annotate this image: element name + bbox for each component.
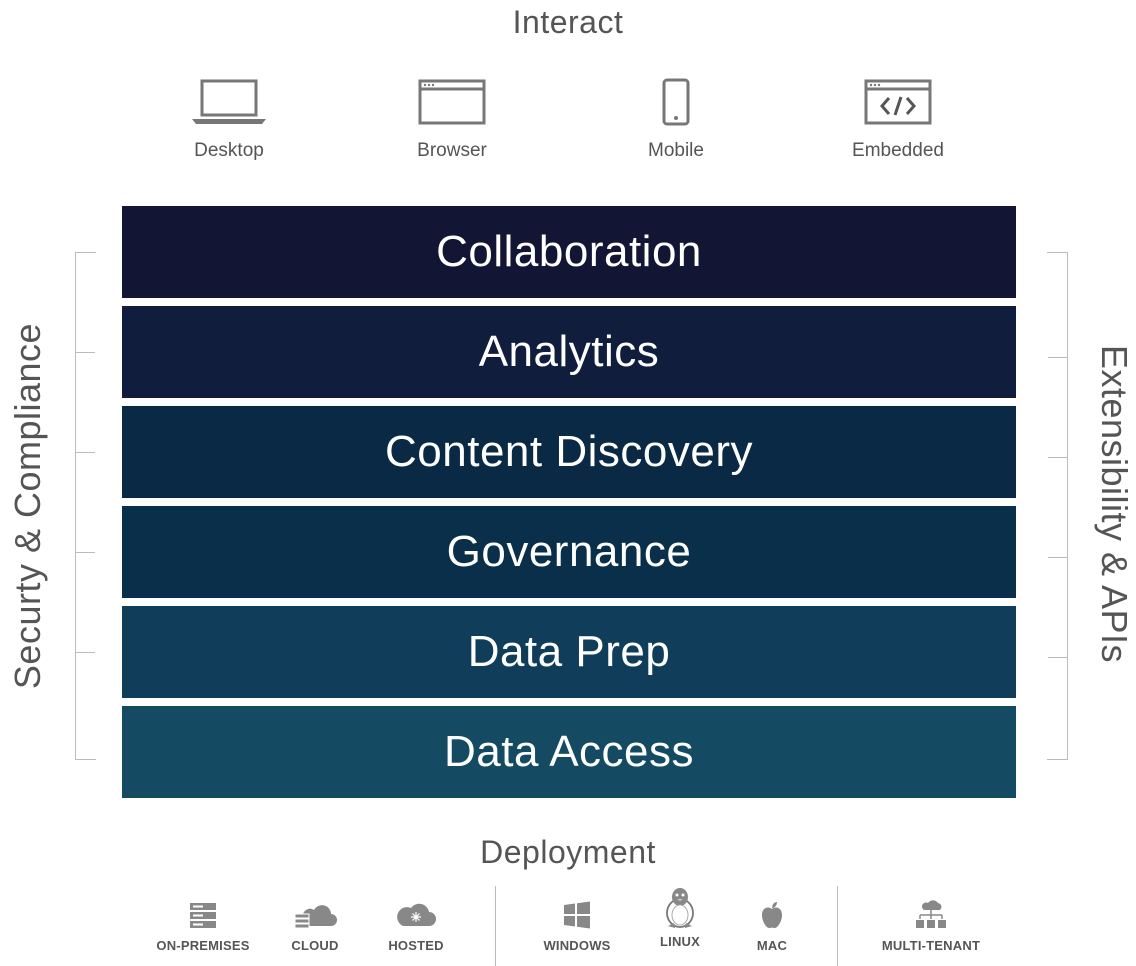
- deploy-hosted-label: HOSTED: [388, 938, 444, 953]
- right-bracket-tick: [1048, 457, 1068, 458]
- deploy-hosted: HOSTED: [356, 900, 476, 953]
- left-bracket-tick: [75, 452, 95, 453]
- interact-embedded: Embedded: [818, 76, 978, 162]
- hosted-cloud-icon: [397, 903, 436, 926]
- layer-governance: Governance: [122, 506, 1016, 598]
- left-bracket-tick: [75, 652, 95, 653]
- right-bracket-tick: [1048, 657, 1068, 658]
- deploy-windows-label: WINDOWS: [543, 938, 611, 953]
- windows-logo-icon: [564, 901, 590, 929]
- cloud-server-icon: [294, 905, 337, 929]
- deploy-on-premises-label: ON-PREMISES: [156, 938, 250, 953]
- left-bracket-tick: [75, 552, 95, 553]
- mobile-phone-icon: [662, 78, 690, 126]
- interact-desktop: Desktop: [149, 76, 309, 162]
- interact-browser: Browser: [372, 76, 532, 162]
- layer-data-access: Data Access: [122, 706, 1016, 798]
- interact-mobile-label: Mobile: [648, 140, 704, 161]
- embed-code-icon: [864, 79, 932, 125]
- deploy-windows: WINDOWS: [517, 900, 637, 953]
- deploy-on-premises: ON-PREMISES: [143, 900, 263, 953]
- deploy-mac: MAC: [712, 900, 832, 953]
- deployment-divider: [495, 886, 496, 966]
- interact-browser-label: Browser: [417, 140, 487, 161]
- deploy-mac-label: MAC: [756, 938, 788, 953]
- interact-mobile: Mobile: [596, 76, 756, 162]
- deployment-title: Deployment: [480, 834, 656, 870]
- right-bracket: [1047, 252, 1068, 760]
- interact-embedded-label: Embedded: [852, 140, 944, 161]
- deployment-divider: [837, 886, 838, 966]
- multi-tenant-icon: [916, 900, 946, 928]
- layer-data-prep: Data Prep: [122, 606, 1016, 698]
- layer-content-discovery: Content Discovery: [122, 406, 1016, 498]
- left-bracket: [75, 252, 96, 760]
- extensibility-apis-label: Extensibility & APIs: [1094, 344, 1135, 664]
- linux-penguin-icon: [666, 888, 694, 928]
- deploy-multi-tenant-label: MULTI-TENANT: [881, 938, 981, 953]
- apple-logo-icon: [762, 902, 782, 929]
- laptop-icon: [192, 79, 266, 124]
- server-rack-icon: [190, 903, 216, 928]
- right-bracket-tick: [1048, 557, 1068, 558]
- interact-title: Interact: [512, 4, 624, 40]
- browser-window-icon: [418, 79, 486, 125]
- left-bracket-tick: [75, 352, 95, 353]
- layer-collaboration: Collaboration: [122, 206, 1016, 298]
- security-compliance-label: Securty & Compliance: [7, 322, 48, 690]
- right-bracket-tick: [1048, 357, 1068, 358]
- deploy-multi-tenant: MULTI-TENANT: [871, 900, 991, 953]
- layer-analytics: Analytics: [122, 306, 1016, 398]
- interact-desktop-label: Desktop: [194, 140, 264, 161]
